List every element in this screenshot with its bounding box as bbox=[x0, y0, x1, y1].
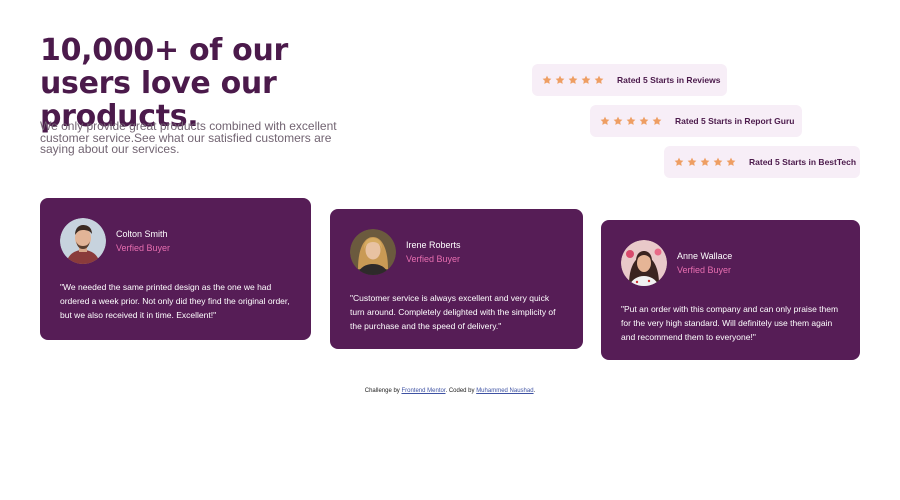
testimonial-card-anne: Anne Wallace Verfied Buyer "Put an order… bbox=[601, 220, 860, 360]
author-link[interactable]: Muhammed Naushad bbox=[476, 388, 533, 394]
star-icon bbox=[613, 116, 623, 125]
testimonial-card-colton: Colton Smith Verfied Buyer "We needed th… bbox=[40, 198, 311, 340]
reviewer-name: Anne Wallace bbox=[677, 251, 733, 261]
reviewer-role: Verfied Buyer bbox=[406, 254, 461, 264]
testimonial-quote: "We needed the same printed design as th… bbox=[60, 282, 290, 320]
testimonial-identity: Anne Wallace Verfied Buyer bbox=[677, 249, 732, 277]
star-icon bbox=[713, 157, 723, 166]
attribution-suffix: . bbox=[533, 388, 536, 394]
star-icon bbox=[568, 75, 578, 84]
testimonial-quote: "Customer service is always excellent an… bbox=[350, 293, 556, 331]
star-icon bbox=[639, 116, 649, 125]
star-icon bbox=[555, 75, 565, 84]
rating-stars bbox=[542, 75, 604, 85]
star-icon bbox=[674, 157, 684, 166]
attribution: Challenge by Frontend Mentor. Coded by M… bbox=[0, 388, 900, 394]
testimonial-identity: Irene Roberts Verfied Buyer bbox=[406, 238, 461, 266]
rating-label: Rated 5 Starts in Reviews bbox=[617, 75, 721, 85]
reviewer-name: Irene Roberts bbox=[406, 240, 461, 250]
reviewer-role: Verfied Buyer bbox=[116, 243, 171, 253]
avatar-woman-icon bbox=[350, 229, 396, 275]
rating-stars bbox=[674, 157, 736, 167]
testimonial-quote: "Put an order with this company and can … bbox=[621, 304, 839, 342]
page: 10,000+ of our users love our products. … bbox=[0, 0, 900, 500]
testimonial-header: Anne Wallace Verfied Buyer bbox=[621, 240, 840, 286]
star-icon bbox=[726, 157, 736, 166]
rating-besttech: Rated 5 Starts in BestTech bbox=[664, 146, 860, 178]
star-icon bbox=[626, 116, 636, 125]
testimonial-identity: Colton Smith Verfied Buyer bbox=[116, 227, 170, 255]
attribution-prefix: Challenge by bbox=[364, 388, 402, 394]
star-icon bbox=[687, 157, 697, 166]
intro-text: We only provide great products combined … bbox=[40, 119, 337, 156]
frontend-mentor-link[interactable]: Frontend Mentor bbox=[401, 388, 445, 394]
testimonial-header: Irene Roberts Verfied Buyer bbox=[350, 229, 563, 275]
star-icon bbox=[542, 75, 552, 84]
rating-report-guru: Rated 5 Starts in Report Guru bbox=[590, 105, 802, 137]
avatar-man-icon bbox=[60, 218, 106, 264]
rating-label: Rated 5 Starts in Report Guru bbox=[675, 116, 795, 126]
rating-label: Rated 5 Starts in BestTech bbox=[749, 157, 857, 167]
star-icon bbox=[652, 116, 662, 125]
reviewer-role: Verfied Buyer bbox=[677, 265, 732, 275]
testimonial-header: Colton Smith Verfied Buyer bbox=[60, 218, 291, 264]
avatar-woman-icon bbox=[621, 240, 667, 286]
testimonial-card-irene: Irene Roberts Verfied Buyer "Customer se… bbox=[330, 209, 583, 349]
rating-reviews: Rated 5 Starts in Reviews bbox=[532, 64, 727, 96]
star-icon bbox=[581, 75, 591, 84]
attribution-middle: . Coded by bbox=[445, 388, 477, 394]
rating-stars bbox=[600, 116, 662, 126]
star-icon bbox=[594, 75, 604, 84]
star-icon bbox=[600, 116, 610, 125]
star-icon bbox=[700, 157, 710, 166]
reviewer-name: Colton Smith bbox=[116, 229, 168, 239]
